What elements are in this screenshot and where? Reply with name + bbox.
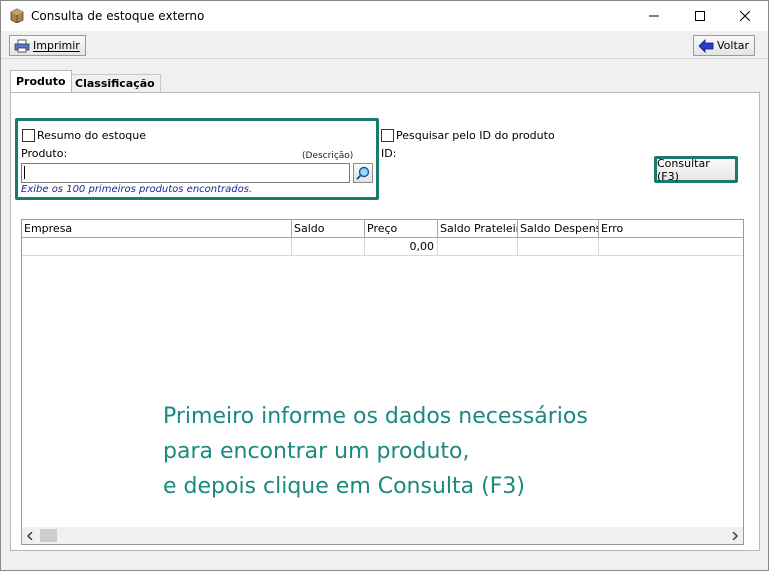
table-cell [22, 238, 292, 256]
search-hint: Exibe os 100 primeiros produtos encontra… [21, 184, 253, 195]
instruction-message: Primeiro informe os dados necessários pa… [163, 399, 588, 504]
tab-produto[interactable]: Produto [10, 70, 72, 92]
scroll-right-icon [732, 531, 738, 540]
close-icon [740, 11, 750, 21]
back-arrow-icon [698, 38, 714, 53]
back-button[interactable]: Voltar [693, 35, 756, 56]
grid-header: Empresa Saldo Preço Saldo Prateleira Sal… [22, 220, 743, 238]
instruction-line-1: Primeiro informe os dados necessários [163, 404, 588, 429]
horizontal-scrollbar[interactable] [22, 527, 743, 544]
product-label: Produto: [21, 147, 68, 160]
table-row[interactable]: 0,00 [22, 238, 743, 256]
back-label: Voltar [717, 39, 750, 52]
printer-icon [14, 39, 30, 52]
close-button[interactable] [722, 1, 768, 31]
consult-button-label: Consultar (F3) [657, 156, 710, 183]
scroll-left-button[interactable] [22, 527, 39, 544]
minimize-button[interactable] [631, 1, 677, 31]
column-header[interactable]: Saldo [292, 220, 365, 238]
table-cell: 0,00 [365, 238, 438, 256]
instruction-line-3: e depois clique em Consulta (F3) [163, 474, 525, 499]
product-input[interactable] [21, 163, 350, 183]
column-header[interactable]: Empresa [22, 220, 292, 238]
consult-button[interactable]: Consultar (F3) [654, 156, 738, 183]
toolbar: Imprimir Voltar [1, 31, 768, 59]
column-header[interactable]: Preço [365, 220, 438, 238]
column-header[interactable]: Saldo Prateleira [438, 220, 518, 238]
tab-classificacao[interactable]: Classificação [69, 74, 161, 92]
search-by-id-checkbox[interactable] [381, 129, 394, 142]
search-by-id-label: Pesquisar pelo ID do produto [396, 129, 555, 142]
instruction-line-2: para encontrar um produto, [163, 439, 470, 464]
stock-summary-label: Resumo do estoque [37, 129, 147, 142]
app-box-icon [10, 8, 24, 23]
magnifier-icon [356, 166, 370, 180]
main-window: Consulta de estoque externo Imprimir Vol… [0, 0, 769, 571]
print-button[interactable]: Imprimir [9, 35, 86, 56]
description-label: (Descrição) [302, 151, 354, 161]
column-header[interactable]: Erro [599, 220, 742, 238]
scroll-thumb[interactable] [40, 529, 57, 542]
product-search-button[interactable] [353, 163, 373, 183]
table-cell [438, 238, 518, 256]
table-cell [292, 238, 365, 256]
minimize-icon [649, 15, 659, 17]
tab-produto-label: Produto [16, 75, 66, 88]
tab-classificacao-label: Classificação [75, 77, 155, 90]
stock-summary-checkbox[interactable] [22, 129, 35, 142]
text-caret [24, 166, 25, 179]
title-bar: Consulta de estoque externo [1, 1, 768, 31]
id-label: ID: [381, 147, 397, 160]
table-cell [599, 238, 742, 256]
print-label: Imprimir [33, 39, 80, 52]
column-header[interactable]: Saldo Despensa [518, 220, 599, 238]
maximize-icon [695, 11, 705, 21]
scroll-right-button[interactable] [726, 527, 743, 544]
table-cell [518, 238, 599, 256]
scroll-left-icon [27, 531, 33, 540]
window-title: Consulta de estoque externo [31, 9, 205, 23]
maximize-button[interactable] [677, 1, 723, 31]
